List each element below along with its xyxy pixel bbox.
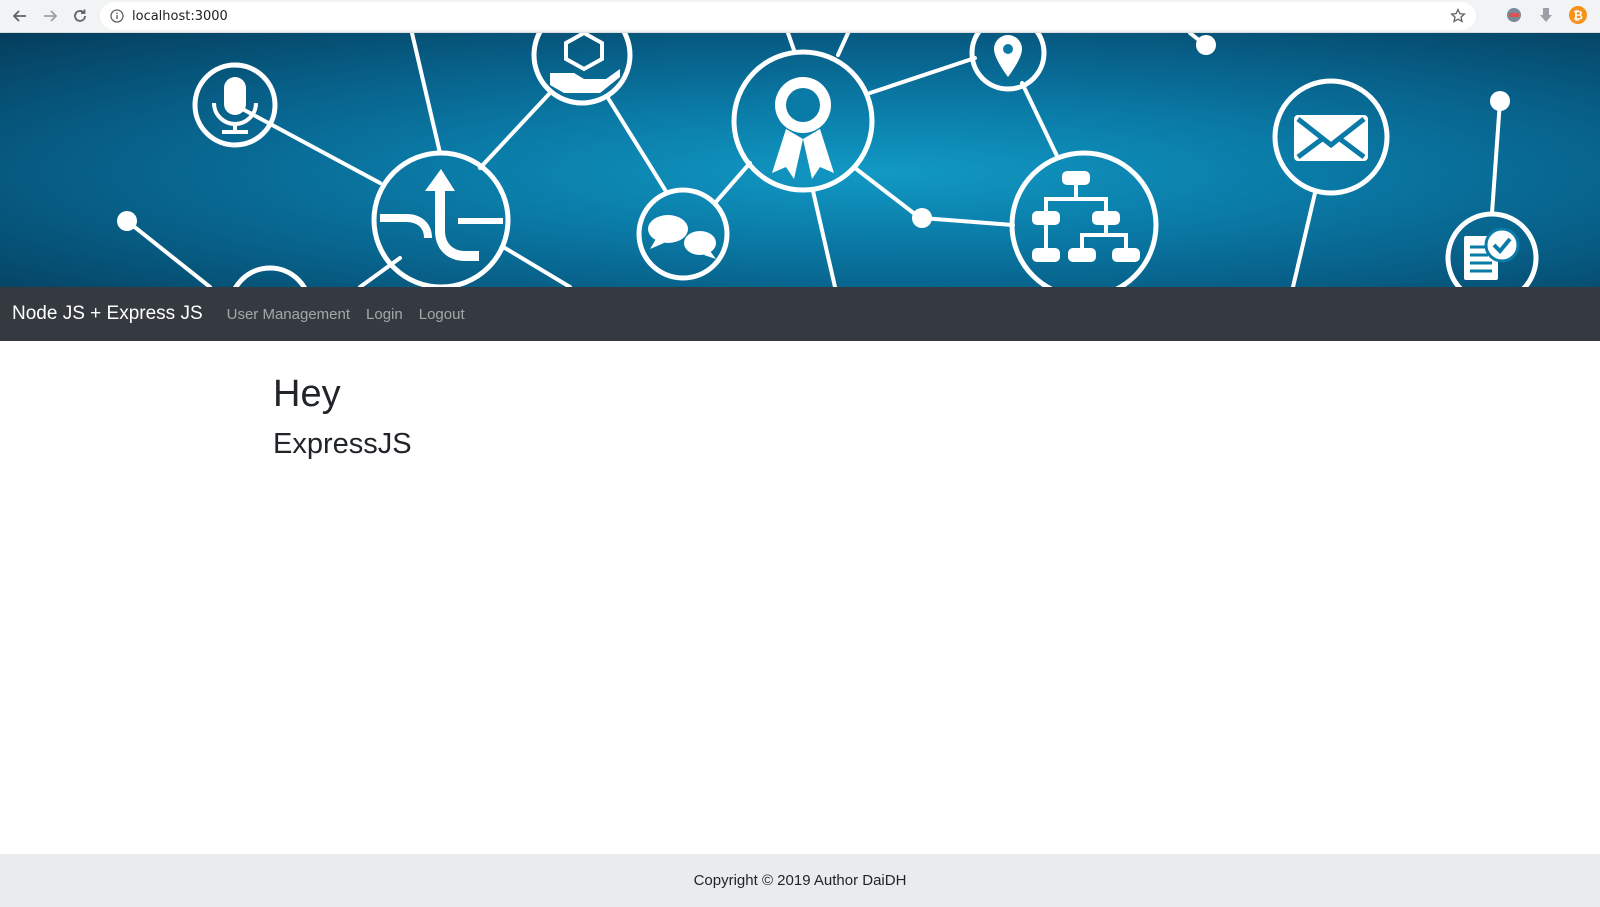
main-content: Hey ExpressJS: [273, 370, 412, 464]
nav-link-user-management[interactable]: User Management: [227, 306, 350, 323]
copyright-text: Copyright © 2019 Author DaiDH: [693, 872, 907, 889]
page-footer: Copyright © 2019 Author DaiDH: [0, 854, 1600, 907]
page-heading: Hey: [273, 373, 341, 415]
extension-icon[interactable]: [1504, 5, 1524, 25]
reload-icon: [74, 9, 86, 22]
svg-text:₿: ₿: [1573, 9, 1583, 23]
reload-button[interactable]: [68, 4, 92, 28]
network-illustration: [117, 33, 1539, 287]
url-text[interactable]: localhost:3000: [132, 9, 228, 24]
forward-arrow-icon: [44, 10, 58, 22]
nav-link-logout[interactable]: Logout: [419, 306, 465, 323]
nav-link-login[interactable]: Login: [366, 306, 403, 323]
navbar-brand[interactable]: Node JS + Express JS: [12, 303, 203, 325]
bitcoin-icon[interactable]: ₿: [1568, 5, 1588, 25]
top-navbar: Node JS + Express JS User Management Log…: [0, 287, 1600, 341]
forward-button[interactable]: [38, 4, 62, 28]
hero-banner: [0, 33, 1600, 287]
browser-toolbar: localhost:3000 ₿: [0, 0, 1600, 33]
star-icon[interactable]: [1450, 8, 1466, 24]
download-icon[interactable]: [1536, 5, 1556, 25]
back-button[interactable]: [8, 4, 32, 28]
page-subheading: ExpressJS: [273, 428, 412, 460]
extension-area: ₿: [1504, 5, 1588, 25]
info-icon[interactable]: [110, 9, 124, 23]
back-arrow-icon: [12, 10, 26, 22]
address-bar[interactable]: localhost:3000: [100, 2, 1476, 30]
